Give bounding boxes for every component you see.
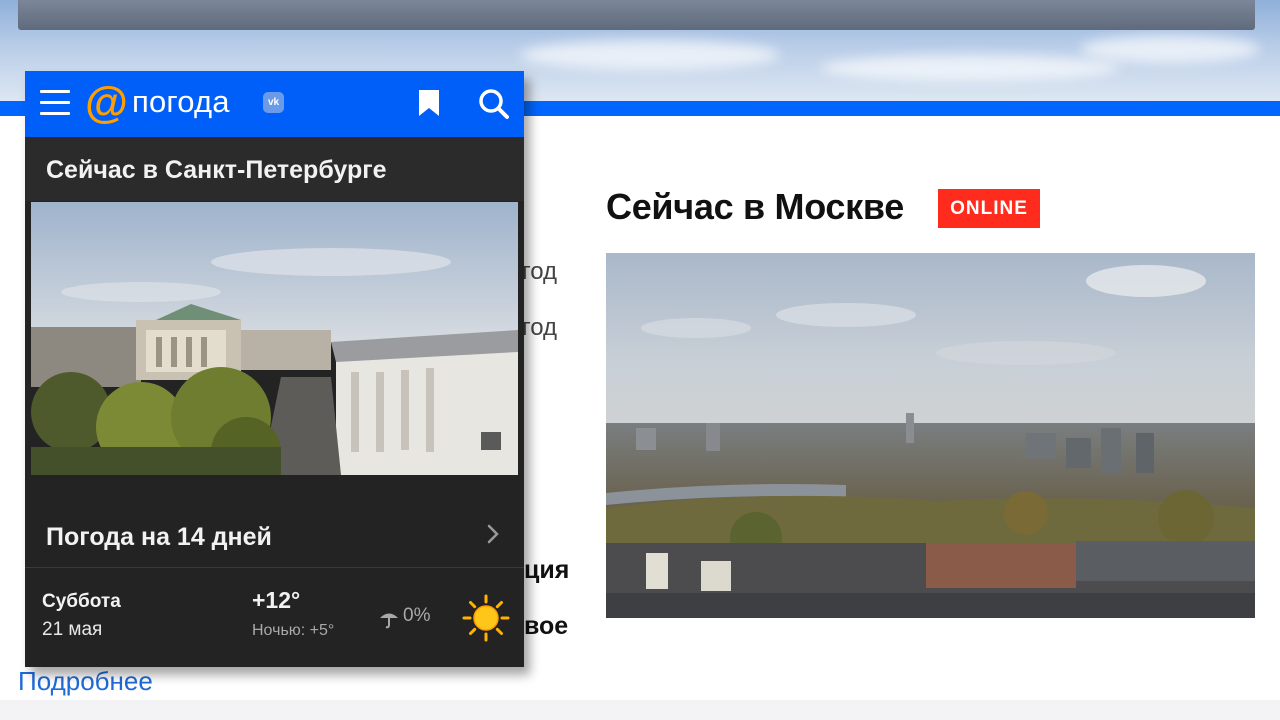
bottom-fade [0,700,1280,720]
forecast-day-date: 21 мая [42,619,103,640]
widget-title: Сейчас в Санкт-Петербурге [46,156,387,184]
umbrella-icon [380,613,398,629]
truncated-text-1: год [522,258,558,285]
menu-icon[interactable] [40,90,70,118]
background-top-bar [18,0,1255,30]
logo-at-icon[interactable]: @ [85,79,128,127]
forecast-day-name: Суббота [42,591,121,612]
forecast-14-days-label: Погода на 14 дней [46,523,272,551]
sun-icon [462,594,510,642]
forecast-temp-day: +12° [252,587,301,613]
weather-widget: @ погода vk Сейчас в Санкт-Петербурге По… [25,71,524,667]
precipitation-chance: 0% [403,605,431,626]
bookmark-icon[interactable] [418,89,440,117]
vk-badge: vk [263,92,284,113]
online-badge: ONLINE [938,189,1040,228]
chevron-right-icon [487,524,499,544]
moscow-webcam-image[interactable] [606,253,1255,618]
truncated-text-2: год [522,314,558,341]
more-link[interactable]: Подробнее [18,666,153,697]
logo-text[interactable]: погода [132,84,230,120]
forecast-temp-night: Ночью: +5° [252,622,335,639]
search-icon[interactable] [478,88,510,120]
page-title: Сейчас в Москве [606,186,904,227]
divider [25,567,524,568]
spb-webcam-image[interactable] [31,202,518,475]
truncated-bold-1: ция [524,556,570,584]
truncated-bold-2: вое [524,612,569,640]
